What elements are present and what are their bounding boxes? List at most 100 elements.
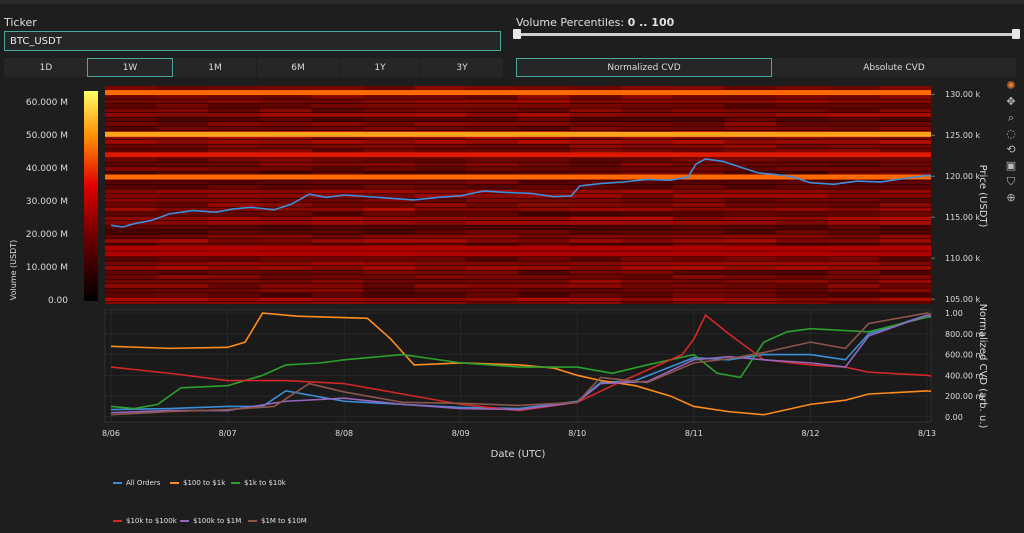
heatmap-cell: [569, 230, 622, 234]
download-icon[interactable]: ▣: [1003, 158, 1019, 174]
heatmap-cell: [414, 113, 467, 117]
heatmap-cell: [569, 288, 622, 293]
heatmap-cell: [569, 302, 622, 304]
heatmap-cell: [776, 279, 829, 284]
heatmap-cell: [569, 86, 622, 90]
modebar[interactable]: ✺ ✥ ⌕ ◌ ⟲ ▣ ⛉ ⊕: [1003, 78, 1019, 206]
heatmap-cell: [156, 117, 209, 122]
lasso-icon[interactable]: ◌: [1003, 126, 1019, 142]
heatmap-cell: [208, 144, 261, 149]
heatmap-cell: [569, 117, 622, 122]
heatmap-cell: [724, 149, 777, 153]
heatmap-cell: [259, 149, 312, 153]
heatmap-cell: [363, 279, 416, 284]
heatmap-cell: [311, 185, 364, 189]
heatmap-cell: [156, 158, 209, 162]
heatmap-cell: [879, 167, 931, 171]
heatmap-cell: [724, 257, 777, 261]
heatmap-cell: [879, 279, 931, 284]
heatmap-cell: [105, 144, 158, 149]
heatmap-cell: [466, 180, 519, 185]
heatmap-cell: [105, 239, 158, 243]
heatmap-cell: [311, 284, 364, 288]
heatmap-cell: [776, 185, 829, 189]
spike-icon[interactable]: ⊕: [1003, 190, 1019, 206]
heatmap-cell: [569, 144, 622, 149]
heatmap-cell: [466, 198, 519, 203]
heatmap-band: [105, 152, 931, 158]
heatmap-cell: [827, 239, 880, 243]
heatmap-cell: [105, 297, 158, 302]
price-tick-label: 130.00 k: [945, 90, 981, 99]
heatmap-cell: [311, 212, 364, 216]
heatmap-cell: [259, 113, 312, 117]
heatmap-cell: [156, 162, 209, 167]
pan-icon[interactable]: ✥: [1003, 94, 1019, 110]
heatmap-cell: [414, 261, 467, 266]
heatmap-cell: [569, 198, 622, 203]
plotly-logo-icon[interactable]: ✺: [1003, 78, 1019, 94]
heatmap-cell: [518, 275, 571, 279]
heatmap-cell: [569, 293, 622, 297]
heatmap-cell: [776, 194, 829, 198]
heatmap-cell: [414, 104, 467, 108]
heatmap-cell: [879, 221, 931, 225]
heatmap-cell: [569, 122, 622, 126]
legend-item[interactable]: All Orders: [113, 479, 160, 487]
heatmap-cell: [879, 261, 931, 266]
hover-icon[interactable]: ⛉: [1003, 174, 1019, 190]
heatmap-cell: [672, 279, 725, 284]
legend-label: $10k to $100k: [126, 517, 177, 525]
heatmap-cell: [105, 140, 158, 144]
heatmap-cell: [672, 297, 725, 302]
heatmap-cell: [363, 275, 416, 279]
heatmap-cell: [311, 230, 364, 234]
heatmap-cell: [156, 95, 209, 99]
heatmap-cell: [363, 140, 416, 144]
legend-item[interactable]: $100k to $1M: [180, 517, 241, 525]
heatmap-cell: [105, 261, 158, 266]
heatmap-cell: [259, 257, 312, 261]
heatmap-cell: [827, 203, 880, 207]
heatmap-cell: [518, 221, 571, 225]
heatmap-cell: [208, 225, 261, 230]
heatmap-cell: [156, 257, 209, 261]
heatmap-cell: [414, 108, 467, 113]
heatmap-cell: [827, 158, 880, 162]
heatmap-cell: [776, 113, 829, 117]
heatmap-cell: [724, 144, 777, 149]
zoom-icon[interactable]: ⌕: [1003, 110, 1019, 126]
heatmap-cell: [363, 108, 416, 113]
heatmap-cell: [156, 293, 209, 297]
heatmap-cell: [569, 279, 622, 284]
heatmap-cell: [569, 266, 622, 270]
legend-item[interactable]: $100 to $1k: [170, 479, 225, 487]
heatmap-cell: [156, 108, 209, 113]
heatmap-cell: [827, 104, 880, 108]
chart-area[interactable]: 0.00 10.000 M 20.000 M 30.000 M 40.000 M 50.0…: [0, 0, 1024, 533]
heatmap-cell: [208, 302, 261, 304]
legend-item[interactable]: $1M to $10M: [248, 517, 307, 525]
reset-icon[interactable]: ⟲: [1003, 142, 1019, 158]
heatmap-cell: [518, 162, 571, 167]
legend-swatch: [113, 482, 122, 484]
heatmap-cell: [156, 266, 209, 270]
heatmap-cell: [827, 212, 880, 216]
heatmap-cell: [569, 216, 622, 221]
heatmap-cell: [156, 189, 209, 194]
heatmap-cell: [827, 297, 880, 302]
legend-item[interactable]: $1k to $10k: [231, 479, 286, 487]
heatmap-cell: [621, 149, 674, 153]
heatmap-cell: [105, 162, 158, 167]
heatmap-cell: [208, 297, 261, 302]
heatmap-cell: [672, 99, 725, 104]
heatmap-cell: [672, 95, 725, 99]
heatmap-cell: [672, 275, 725, 279]
heatmap-cell: [827, 302, 880, 304]
heatmap-cell: [776, 140, 829, 144]
legend-item[interactable]: $10k to $100k: [113, 517, 177, 525]
heatmap-cell: [259, 122, 312, 126]
heatmap-cell: [621, 108, 674, 113]
heatmap-cell: [776, 216, 829, 221]
heatmap-cell: [621, 212, 674, 216]
